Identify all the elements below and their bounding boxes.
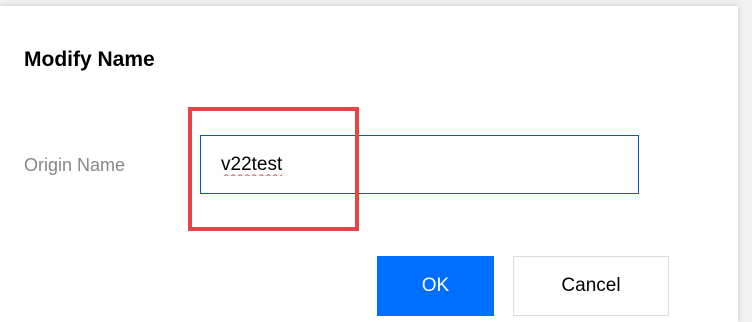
modify-name-dialog: Modify Name Origin Name OK Cancel xyxy=(0,6,738,322)
dialog-title: Modify Name xyxy=(24,48,155,71)
ok-button[interactable]: OK xyxy=(377,256,494,316)
origin-name-label: Origin Name xyxy=(24,155,126,175)
origin-name-input[interactable] xyxy=(200,135,639,194)
cancel-button[interactable]: Cancel xyxy=(513,256,669,316)
